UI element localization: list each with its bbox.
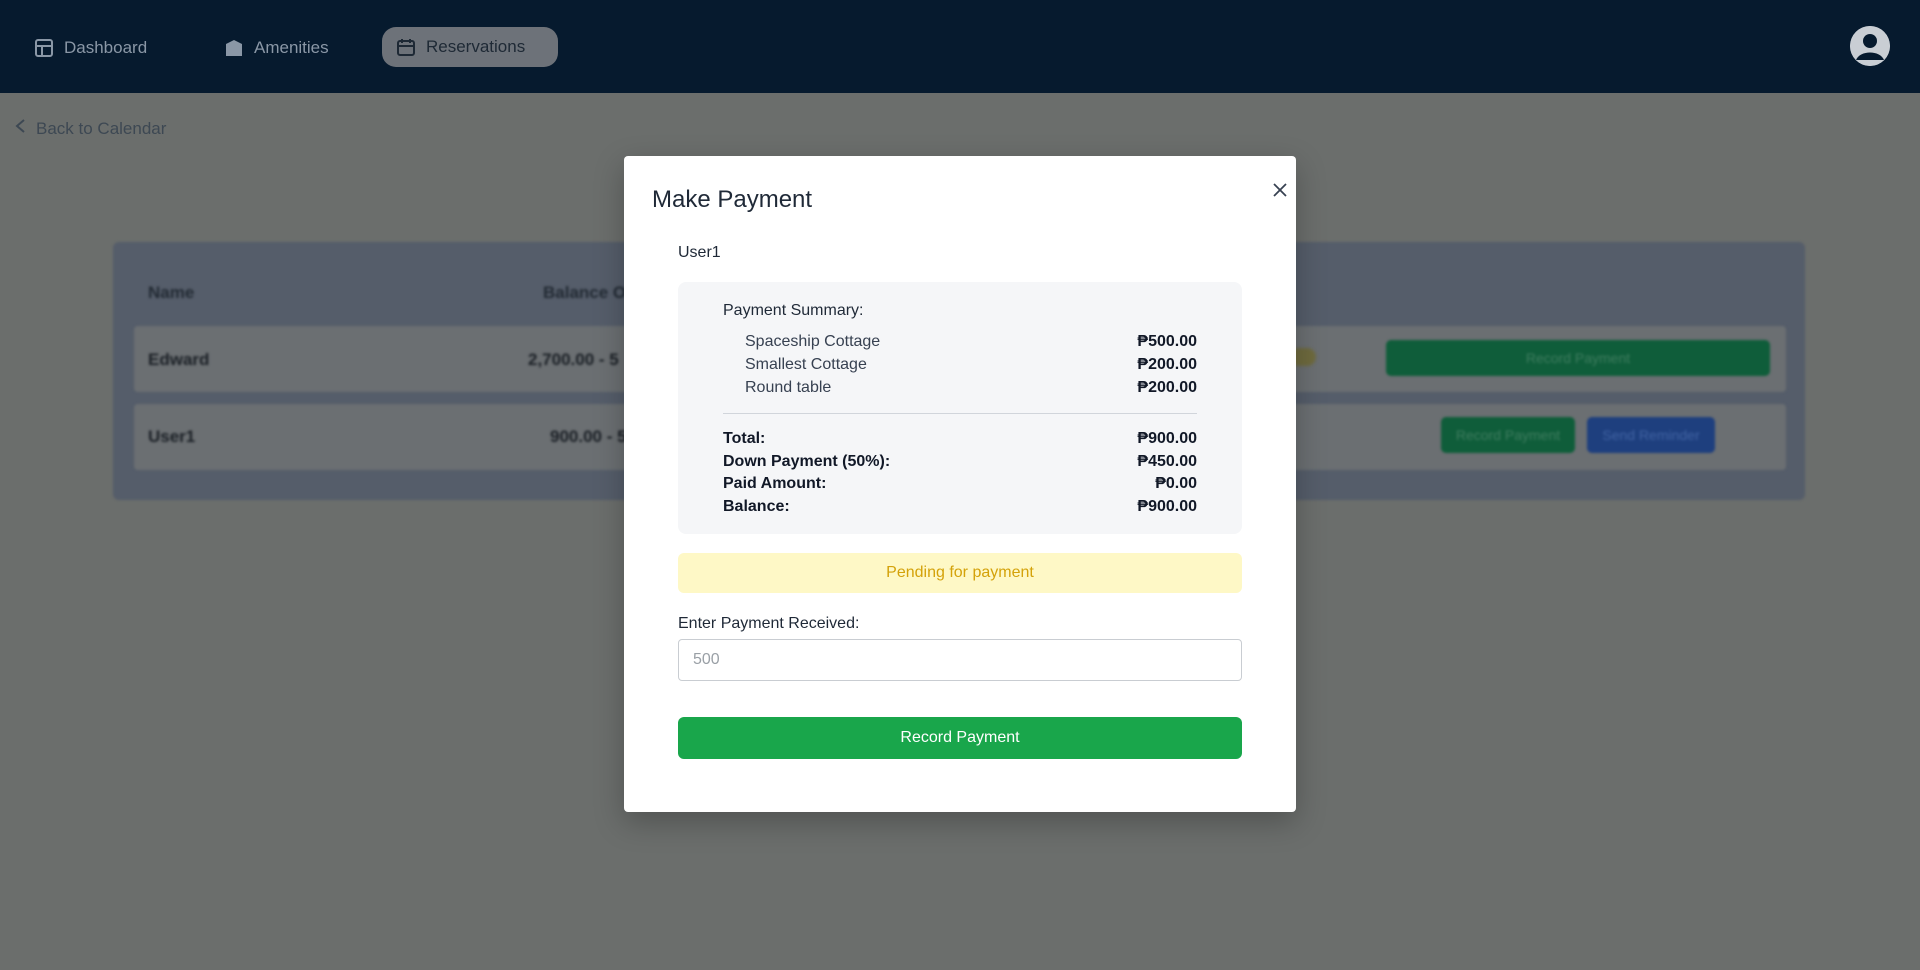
down-payment-label: Down Payment (50%): xyxy=(723,453,891,470)
paid-amount-row: Paid Amount: ₱0.00 xyxy=(723,475,1197,493)
total-row: Total: ₱900.00 xyxy=(723,430,1197,448)
summary-item: Spaceship Cottage ₱500.00 xyxy=(745,333,1197,351)
nav-dashboard[interactable]: Dashboard xyxy=(20,30,161,66)
back-link-label: Back to Calendar xyxy=(36,118,167,138)
modal-title: Make Payment xyxy=(652,186,813,213)
close-button[interactable] xyxy=(1268,178,1292,202)
row-name: User1 xyxy=(148,427,196,446)
balance-value: ₱900.00 xyxy=(1137,498,1197,515)
item-amount: ₱500.00 xyxy=(1137,333,1197,350)
close-icon xyxy=(1273,183,1287,197)
building-icon xyxy=(224,38,244,58)
back-to-calendar-link[interactable]: Back to Calendar xyxy=(14,118,166,139)
row-record-payment-button[interactable]: Record Payment xyxy=(1386,340,1770,376)
paid-amount-value: ₱0.00 xyxy=(1155,475,1197,492)
down-payment-row: Down Payment (50%): ₱450.00 xyxy=(723,453,1197,471)
payment-summary-heading: Payment Summary: xyxy=(723,302,864,319)
balance-row: Balance: ₱900.00 xyxy=(723,498,1197,516)
nav-reservations-label: Reservations xyxy=(426,37,526,56)
row-record-payment-button[interactable]: Record Payment xyxy=(1441,417,1575,453)
row-send-reminder-button[interactable]: Send Reminder xyxy=(1587,417,1715,453)
summary-item: Round table ₱200.00 xyxy=(745,379,1197,397)
total-label: Total: xyxy=(723,430,766,447)
table-header-name: Name xyxy=(148,283,195,302)
item-amount: ₱200.00 xyxy=(1137,356,1197,373)
item-amount: ₱200.00 xyxy=(1137,379,1197,396)
calendar-icon xyxy=(396,37,416,57)
payment-received-input[interactable] xyxy=(678,639,1242,681)
item-name: Smallest Cottage xyxy=(745,356,867,373)
paid-amount-label: Paid Amount: xyxy=(723,475,827,492)
user-avatar[interactable] xyxy=(1850,26,1890,66)
item-name: Spaceship Cottage xyxy=(745,333,881,350)
table-header-balance: Balance O xyxy=(543,283,627,302)
nav-amenities[interactable]: Amenities xyxy=(210,30,343,66)
nav-dashboard-label: Dashboard xyxy=(64,38,148,57)
row-balance: 900.00 - 5 xyxy=(550,427,627,446)
down-payment-value: ₱450.00 xyxy=(1137,453,1197,470)
nav-amenities-label: Amenities xyxy=(254,38,329,57)
item-name: Round table xyxy=(745,379,832,396)
payment-status-banner: Pending for payment xyxy=(678,553,1242,593)
payment-summary: Payment Summary: Spaceship Cottage ₱500.… xyxy=(678,282,1242,534)
summary-divider xyxy=(723,413,1197,414)
balance-label: Balance: xyxy=(723,498,790,515)
row-balance: 2,700.00 - 5 xyxy=(528,350,619,369)
row-name: Edward xyxy=(148,350,210,369)
payment-input-label: Enter Payment Received: xyxy=(678,615,860,632)
record-payment-button[interactable]: Record Payment xyxy=(678,717,1242,759)
reservation-user-name: User1 xyxy=(678,244,721,261)
make-payment-modal: Make Payment User1 Payment Summary: Spac… xyxy=(624,156,1296,812)
grid-icon xyxy=(34,38,54,58)
total-value: ₱900.00 xyxy=(1137,430,1197,447)
nav-reservations[interactable]: Reservations xyxy=(382,27,558,67)
summary-item: Smallest Cottage ₱200.00 xyxy=(745,356,1197,374)
top-navbar: Dashboard Amenities Reservations xyxy=(0,0,1920,93)
user-icon xyxy=(1850,26,1890,66)
chevron-left-icon xyxy=(14,118,26,139)
